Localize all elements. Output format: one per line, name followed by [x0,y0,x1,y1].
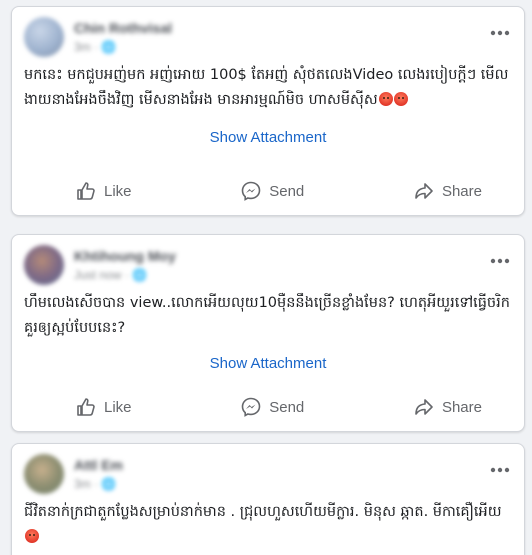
post-actions: Like Send Share [12,177,524,205]
thumbs-up-icon [77,398,95,416]
messenger-icon [241,181,261,201]
post-card: Attl Em 3m · 🌐 ជីវិតនាក់ក្រជាតួកប្លែងសម្… [11,443,525,555]
more-horizontal-icon [490,467,510,473]
more-options-button[interactable] [488,249,512,273]
post-card: Chin Rothvisal 3m · 🌐 មកនេះ មកជួបអញ់មក អ… [11,6,525,216]
show-attachment-link[interactable]: Show Attachment [12,129,524,146]
avatar[interactable] [24,454,64,494]
more-horizontal-icon [490,258,510,264]
post-text-body: មកនេះ មកជួបអញ់មក អញ់អោយ 100$ តែអញ់ សុំថត… [24,67,509,108]
more-horizontal-icon [490,30,510,36]
post-text: ហឹមលេងសើចបាន view..លោកអើយលុយ10ម៉ឺននឹងច្រ… [24,295,510,336]
send-button[interactable]: Send [241,393,304,421]
share-label: Share [441,398,482,416]
share-button[interactable]: Share [414,393,482,421]
share-arrow-icon [415,183,433,199]
like-label: Like [104,398,132,416]
thumbs-up-icon [77,182,95,200]
post-meta: Just now · 🌐 [74,268,147,282]
messenger-icon [241,397,261,417]
post-feed: Chin Rothvisal 3m · 🌐 មកនេះ មកជួបអញ់មក អ… [0,0,532,555]
share-button[interactable]: Share [414,177,482,205]
post-header: Attl Em 3m · 🌐 [12,444,524,500]
show-attachment-link[interactable]: Show Attachment [12,355,524,372]
like-button[interactable]: Like [76,393,132,421]
post-meta: 3m · 🌐 [74,477,117,491]
like-button[interactable]: Like [76,177,132,205]
post-actions: Like Send Share [12,393,524,421]
share-label: Share [441,182,482,200]
post-header: Khtihoung Moy Just now · 🌐 [12,235,524,291]
angry-emoji-icon [393,92,408,106]
post-text: មកនេះ មកជួបអញ់មក អញ់អោយ 100$ តែអញ់ សុំថត… [12,63,524,113]
like-label: Like [104,182,132,200]
avatar[interactable] [24,17,64,57]
post-meta: 3m · 🌐 [74,40,117,54]
author-name[interactable]: Khtihoung Moy [74,248,176,264]
angry-emoji-icon [25,529,39,543]
author-name[interactable]: Chin Rothvisal [74,20,172,36]
author-name[interactable]: Attl Em [74,457,123,473]
post-text: ជីវិតនាក់ក្រជាតួកប្លែងសម្រាប់នាក់មាន . ជ… [12,500,524,550]
post-card: Khtihoung Moy Just now · 🌐 ហឹមលេងសើចបាន … [11,234,525,432]
send-label: Send [269,398,305,416]
more-options-button[interactable] [488,21,512,45]
share-arrow-icon [415,399,433,415]
more-options-button[interactable] [488,458,512,482]
post-header: Chin Rothvisal 3m · 🌐 [12,7,524,63]
avatar[interactable] [24,245,64,285]
post-text-body: ជីវិតនាក់ក្រជាតួកប្លែងសម្រាប់នាក់មាន . ជ… [24,504,502,520]
send-label: Send [269,182,305,200]
angry-emoji-icon [378,92,393,106]
send-button[interactable]: Send [241,177,304,205]
